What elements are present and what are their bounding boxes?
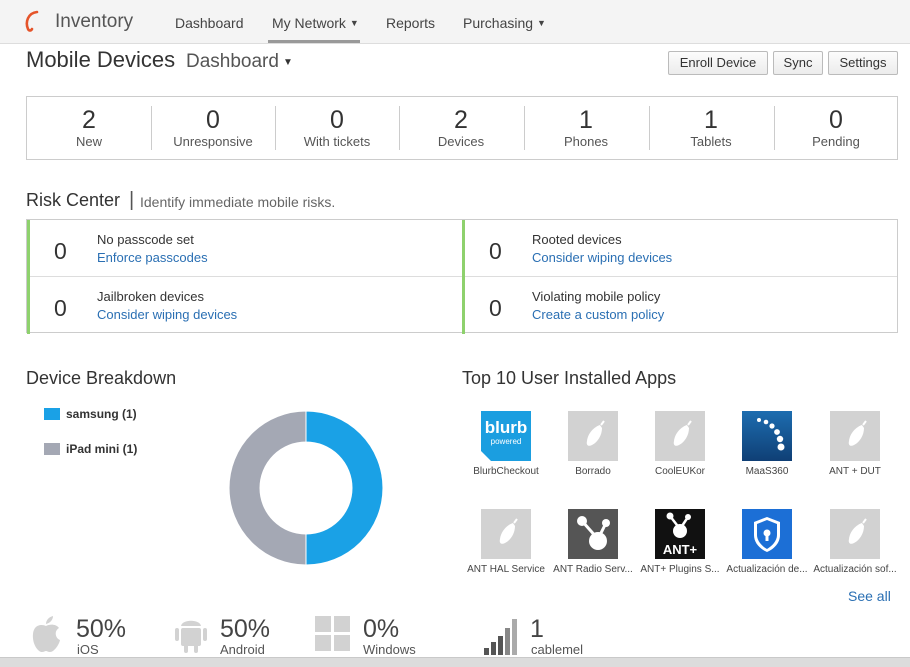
page-title: Mobile Devices <box>26 47 176 72</box>
risk-jailbroken-devices: 0 Jailbroken devices Consider wiping dev… <box>27 277 463 334</box>
risk-rooted-devices: 0 Rooted devices Consider wiping devices <box>462 220 898 277</box>
os-percent: 0% <box>363 615 400 643</box>
caret-down-icon: ▼ <box>349 18 359 28</box>
windows-icon <box>315 616 350 651</box>
enforce-passcodes-link[interactable]: Enforce passcodes <box>97 250 208 265</box>
top-nav: Inventory Dashboard My Network ▼ Reports … <box>0 0 910 44</box>
ant-radio-icon <box>568 509 618 559</box>
legend-swatch <box>44 443 60 455</box>
risk-violating-policy: 0 Violating mobile policy Create a custo… <box>462 277 898 334</box>
android-icon <box>175 620 207 653</box>
signal-bars-icon <box>484 619 517 655</box>
risk-center-subtitle: Identify immediate mobile risks. <box>140 194 336 210</box>
caret-down-icon: ▼ <box>282 57 293 68</box>
app-tile[interactable]: ANT + DUT <box>811 411 899 477</box>
dashboard-dropdown[interactable]: Dashboard ▼ <box>186 51 293 73</box>
carrier-count: 1 <box>530 615 544 643</box>
horizontal-scrollbar[interactable] <box>0 657 910 667</box>
stat-tablets[interactable]: 1 Tablets <box>649 97 773 159</box>
caret-down-icon: ▼ <box>537 18 546 28</box>
apple-icon <box>32 616 60 652</box>
stat-devices[interactable]: 2 Devices <box>399 97 523 159</box>
consider-wiping-link[interactable]: Consider wiping devices <box>97 307 237 322</box>
see-all-link[interactable]: See all <box>848 588 891 604</box>
ant-plus-icon: ANT+ <box>655 509 705 559</box>
app-tile[interactable]: blurb powered BlurbCheckout <box>462 411 550 477</box>
sync-button[interactable]: Sync <box>773 51 823 75</box>
brand-title: Inventory <box>55 11 134 32</box>
stat-phones[interactable]: 1 Phones <box>524 97 648 159</box>
stat-unresponsive[interactable]: 0 Unresponsive <box>151 97 275 159</box>
nav-my-network[interactable]: My Network ▼ <box>268 15 360 43</box>
maas360-icon <box>742 411 792 461</box>
device-donut-chart <box>228 410 384 566</box>
app-tile[interactable]: Borrado <box>549 411 637 477</box>
settings-button[interactable]: Settings <box>828 51 898 75</box>
app-tile[interactable]: ANT+ ANT+ Plugins S... <box>636 509 724 575</box>
carrier-label: cablemel <box>531 642 584 657</box>
app-tile[interactable]: Actualización de... <box>723 509 811 575</box>
shield-lock-icon <box>742 509 792 559</box>
device-breakdown-title: Device Breakdown <box>26 368 177 388</box>
nav-dashboard[interactable]: Dashboard <box>175 15 244 31</box>
enroll-device-button[interactable]: Enroll Device <box>668 51 768 75</box>
nav-purchasing[interactable]: Purchasing ▼ <box>463 15 546 31</box>
placeholder-app-icon <box>568 411 618 461</box>
legend-ipad-mini[interactable]: iPad mini (1) <box>66 442 137 456</box>
stats-strip: 2 New 0 Unresponsive 0 With tickets 2 De… <box>26 96 898 160</box>
app-tile[interactable]: ANT HAL Service <box>462 509 550 575</box>
donut-slice-ipad-mini[interactable] <box>228 410 307 566</box>
os-label: Android <box>220 642 265 657</box>
blurb-icon: blurb powered <box>481 411 531 461</box>
stat-pending[interactable]: 0 Pending <box>774 97 898 159</box>
risk-center-panel: 0 No passcode set Enforce passcodes 0 Ro… <box>26 219 898 334</box>
os-percent: 50% <box>220 615 271 643</box>
app-tile[interactable]: CoolEUKor <box>636 411 724 477</box>
app-tile[interactable]: MaaS360 <box>723 411 811 477</box>
risk-no-passcode: 0 No passcode set Enforce passcodes <box>27 220 463 277</box>
placeholder-app-icon <box>830 509 880 559</box>
consider-wiping-link[interactable]: Consider wiping devices <box>532 250 672 265</box>
risk-center-title: Risk Center <box>26 190 121 210</box>
os-label: iOS <box>77 642 99 657</box>
app-tile[interactable]: Actualización sof... <box>811 509 899 575</box>
donut-slice-samsung[interactable] <box>305 410 384 566</box>
placeholder-app-icon <box>481 509 531 559</box>
title-separator: | <box>129 189 135 211</box>
top-apps-title: Top 10 User Installed Apps <box>462 368 677 388</box>
stat-new[interactable]: 2 New <box>27 97 151 159</box>
placeholder-app-icon <box>830 411 880 461</box>
create-policy-link[interactable]: Create a custom policy <box>532 307 664 322</box>
nav-reports[interactable]: Reports <box>386 15 435 31</box>
app-logo-icon <box>25 10 39 32</box>
os-percent: 50% <box>76 615 127 643</box>
stat-with-tickets[interactable]: 0 With tickets <box>275 97 399 159</box>
os-label: Windows <box>363 642 416 657</box>
placeholder-app-icon <box>655 411 705 461</box>
legend-swatch <box>44 408 60 420</box>
legend-samsung[interactable]: samsung (1) <box>66 407 137 421</box>
app-tile[interactable]: ANT Radio Serv... <box>549 509 637 575</box>
